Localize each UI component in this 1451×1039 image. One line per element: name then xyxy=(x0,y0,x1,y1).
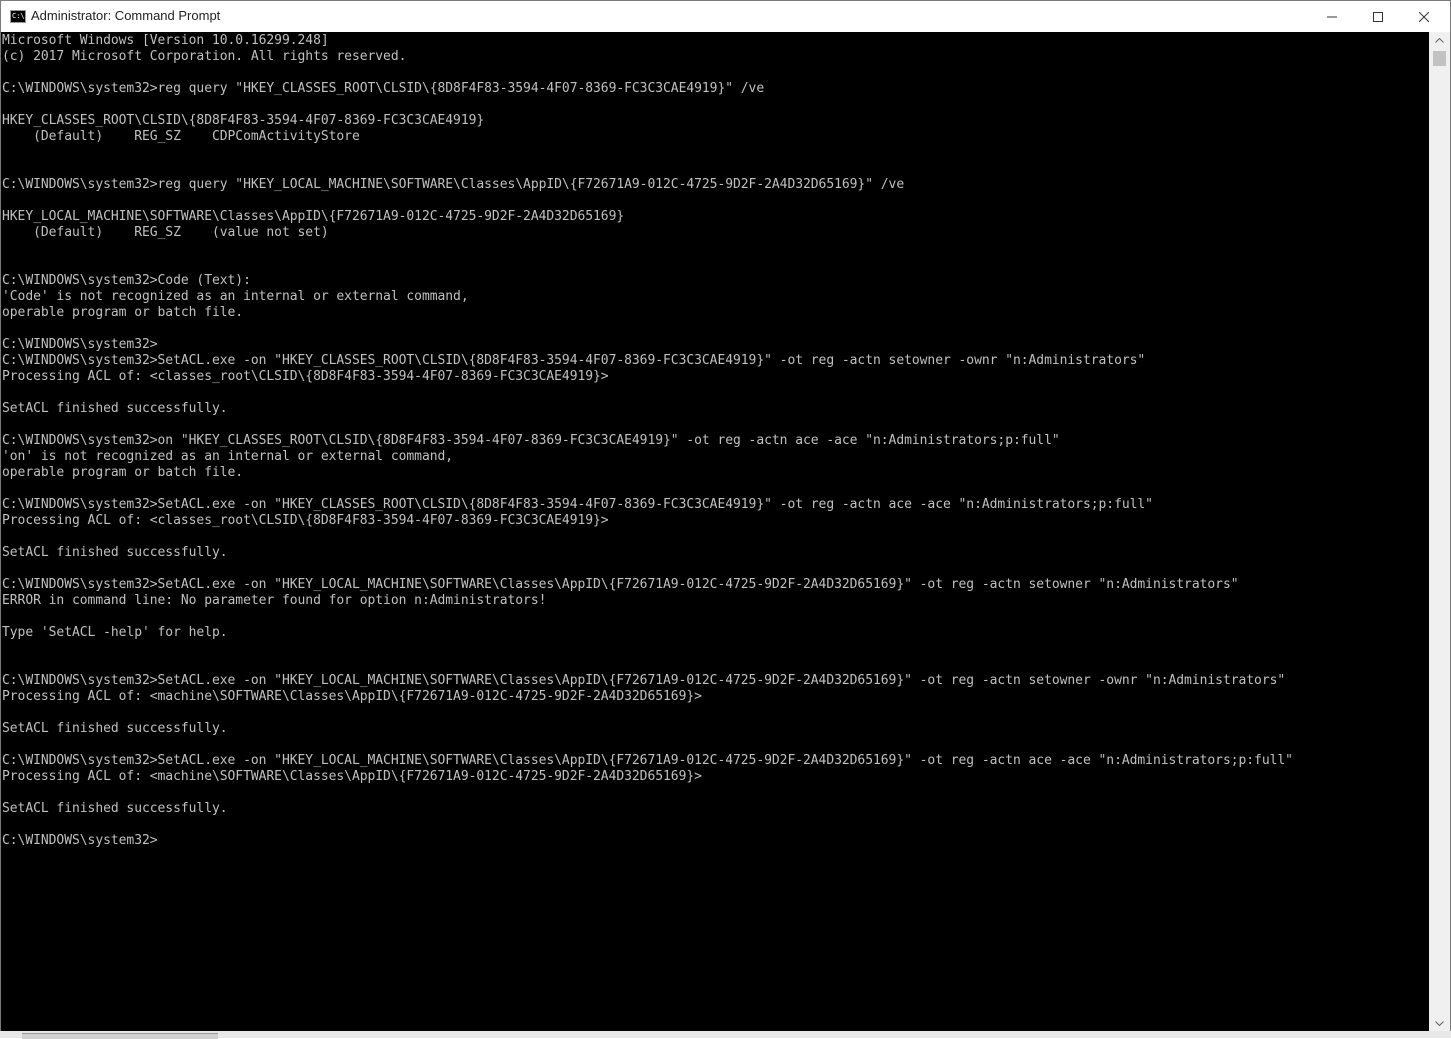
console-line: HKEY_CLASSES_ROOT\CLSID\{8D8F4F83-3594-4… xyxy=(2,113,485,128)
chevron-up-icon xyxy=(1435,38,1444,43)
window-title: Administrator: Command Prompt xyxy=(31,8,221,23)
close-button[interactable] xyxy=(1401,1,1447,32)
scroll-thumb[interactable] xyxy=(1433,51,1446,66)
console-line: Processing ACL of: <machine\SOFTWARE\Cla… xyxy=(2,689,702,704)
console-line: (Default) REG_SZ (value not set) xyxy=(2,225,329,240)
console-line: operable program or batch file. xyxy=(2,465,244,480)
title-bar[interactable]: C:\ Administrator: Command Prompt xyxy=(1,1,1450,32)
console-line: Processing ACL of: <classes_root\CLSID\{… xyxy=(2,369,609,384)
console-line: HKEY_LOCAL_MACHINE\SOFTWARE\Classes\AppI… xyxy=(2,209,625,224)
console-line: operable program or batch file. xyxy=(2,305,244,320)
console-line: Processing ACL of: <classes_root\CLSID\{… xyxy=(2,513,609,528)
console-line: C:\WINDOWS\system32>SetACL.exe -on "HKEY… xyxy=(2,577,1239,592)
console-line: 'Code' is not recognized as an internal … xyxy=(2,289,469,304)
console-line: C:\WINDOWS\system32>Code (Text): xyxy=(2,273,251,288)
background-window-edge xyxy=(22,1033,218,1039)
console-line: (c) 2017 Microsoft Corporation. All righ… xyxy=(2,49,407,64)
console-line: (Default) REG_SZ CDPComActivityStore xyxy=(2,129,360,144)
console-line: C:\WINDOWS\system32>SetACL.exe -on "HKEY… xyxy=(2,497,1153,512)
console-line: SetACL finished successfully. xyxy=(2,545,228,560)
console-line: ERROR in command line: No parameter foun… xyxy=(2,593,547,608)
console-line: C:\WINDOWS\system32>reg query "HKEY_LOCA… xyxy=(2,177,905,192)
scroll-up-button[interactable] xyxy=(1429,32,1450,49)
scroll-down-button[interactable] xyxy=(1429,1015,1450,1032)
console-line: Processing ACL of: <machine\SOFTWARE\Cla… xyxy=(2,769,702,784)
console-icon: C:\ xyxy=(10,10,26,23)
console-output[interactable]: Microsoft Windows [Version 10.0.16299.24… xyxy=(1,32,1429,1032)
console-text: Microsoft Windows [Version 10.0.16299.24… xyxy=(1,32,1429,849)
minimize-icon xyxy=(1327,16,1337,17)
vertical-scrollbar[interactable] xyxy=(1429,32,1450,1032)
console-line: C:\WINDOWS\system32> xyxy=(2,833,158,848)
console-line: C:\WINDOWS\system32>SetACL.exe -on "HKEY… xyxy=(2,753,1293,768)
chevron-down-icon xyxy=(1435,1021,1444,1026)
console-line: Type 'SetACL -help' for help. xyxy=(2,625,228,640)
console-line: SetACL finished successfully. xyxy=(2,721,228,736)
minimize-button[interactable] xyxy=(1309,1,1355,32)
console-line: SetACL finished successfully. xyxy=(2,401,228,416)
console-line: C:\WINDOWS\system32>SetACL.exe -on "HKEY… xyxy=(2,673,1286,688)
console-line: Microsoft Windows [Version 10.0.16299.24… xyxy=(2,33,329,48)
command-prompt-window: C:\ Administrator: Command Prompt Micros… xyxy=(0,0,1451,1038)
maximize-icon xyxy=(1373,11,1383,22)
console-line: SetACL finished successfully. xyxy=(2,801,228,816)
maximize-button[interactable] xyxy=(1355,1,1401,32)
console-line: C:\WINDOWS\system32>on "HKEY_CLASSES_ROO… xyxy=(2,433,1060,448)
console-line: C:\WINDOWS\system32>SetACL.exe -on "HKEY… xyxy=(2,353,1146,368)
console-line: C:\WINDOWS\system32>reg query "HKEY_CLAS… xyxy=(2,81,765,96)
close-icon xyxy=(1419,11,1429,22)
console-line: 'on' is not recognized as an internal or… xyxy=(2,449,454,464)
console-line: C:\WINDOWS\system32> xyxy=(2,337,158,352)
